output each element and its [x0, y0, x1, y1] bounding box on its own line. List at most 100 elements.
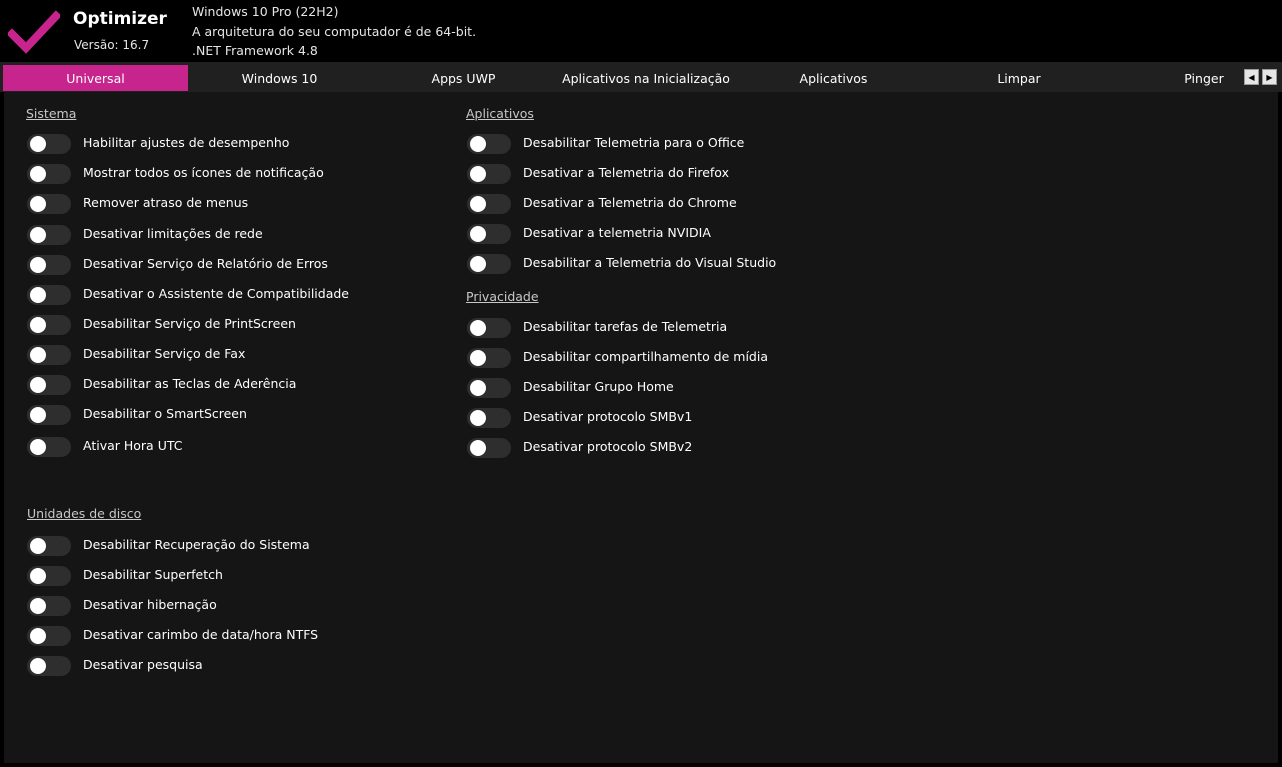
- app-title: Optimizer: [73, 9, 167, 29]
- option-label: Habilitar ajustes de desempenho: [83, 135, 290, 150]
- toggle-switch[interactable]: [27, 596, 71, 616]
- toggle-knob: [30, 377, 46, 393]
- os-info: Windows 10 Pro (22H2): [192, 4, 339, 19]
- toggle-switch[interactable]: [467, 224, 511, 244]
- toggle-switch[interactable]: [467, 348, 511, 368]
- toggle-knob: [30, 257, 46, 273]
- toggle-switch[interactable]: [467, 254, 511, 274]
- arrow-left-icon[interactable]: ◀: [1244, 69, 1259, 85]
- option-label: Desativar pesquisa: [83, 657, 203, 672]
- optimizer-window: Optimizer Versão: 16.7 Windows 10 Pro (2…: [0, 0, 1282, 767]
- toggle-switch[interactable]: [467, 318, 511, 338]
- toggle-switch[interactable]: [27, 437, 71, 457]
- toggle-switch[interactable]: [27, 656, 71, 676]
- option-label: Desabilitar Serviço de PrintScreen: [83, 316, 296, 331]
- toggle-knob: [470, 320, 486, 336]
- option-label: Desativar o Assistente de Compatibilidad…: [83, 286, 349, 301]
- option-label: Desativar hibernação: [83, 597, 217, 612]
- section-title-unidades: Unidades de disco: [27, 506, 142, 521]
- tab-windows-10[interactable]: Windows 10: [188, 65, 371, 91]
- toggle-switch[interactable]: [27, 536, 71, 556]
- universal-panel: Sistema Habilitar ajustes de desempenho …: [4, 92, 1278, 763]
- option-label: Mostrar todos os ícones de notificação: [83, 165, 324, 180]
- toggle-switch[interactable]: [467, 408, 511, 428]
- toggle-knob: [470, 256, 486, 272]
- toggle-switch[interactable]: [467, 438, 511, 458]
- tab-apps[interactable]: Aplicativos: [736, 65, 931, 91]
- framework-info: .NET Framework 4.8: [192, 43, 318, 58]
- toggle-switch[interactable]: [27, 626, 71, 646]
- section-title-aplicativos: Aplicativos: [466, 106, 534, 121]
- arrow-right-icon[interactable]: ▶: [1262, 69, 1277, 85]
- toggle-knob: [470, 226, 486, 242]
- option-label: Desabilitar o SmartScreen: [83, 406, 247, 421]
- tab-pinger[interactable]: Pinger: [1162, 65, 1246, 91]
- toggle-switch[interactable]: [27, 225, 71, 245]
- toggle-knob: [30, 227, 46, 243]
- toggle-switch[interactable]: [27, 134, 71, 154]
- toggle-knob: [470, 350, 486, 366]
- option-label: Desativar a telemetria NVIDIA: [523, 225, 711, 240]
- toggle-knob: [30, 317, 46, 333]
- toggle-switch[interactable]: [27, 164, 71, 184]
- option-label: Desabilitar tarefas de Telemetria: [523, 319, 728, 334]
- toggle-switch[interactable]: [27, 375, 71, 395]
- option-label: Desabilitar Serviço de Fax: [83, 346, 246, 361]
- checkmark-icon: [8, 10, 60, 54]
- section-title-sistema: Sistema: [26, 106, 77, 121]
- toggle-knob: [30, 598, 46, 614]
- toggle-knob: [30, 658, 46, 674]
- toggle-knob: [470, 410, 486, 426]
- toggle-knob: [30, 166, 46, 182]
- option-label: Desabilitar Telemetria para o Office: [523, 135, 745, 150]
- toggle-knob: [30, 568, 46, 584]
- toggle-switch[interactable]: [27, 285, 71, 305]
- app-version: Versão: 16.7: [74, 38, 150, 52]
- toggle-switch[interactable]: [27, 345, 71, 365]
- option-label: Desativar a Telemetria do Chrome: [523, 195, 737, 210]
- option-label: Desabilitar compartilhamento de mídia: [523, 349, 769, 364]
- toggle-switch[interactable]: [27, 566, 71, 586]
- toggle-knob: [30, 538, 46, 554]
- toggle-knob: [470, 166, 486, 182]
- option-label: Desativar protocolo SMBv1: [523, 409, 693, 424]
- option-label: Desativar limitações de rede: [83, 226, 263, 241]
- toggle-switch[interactable]: [27, 255, 71, 275]
- option-label: Ativar Hora UTC: [83, 438, 183, 453]
- toggle-knob: [30, 407, 46, 423]
- section-title-privacidade: Privacidade: [466, 289, 539, 304]
- tab-universal[interactable]: Universal: [3, 65, 188, 91]
- option-label: Remover atraso de menus: [83, 195, 249, 210]
- toggle-switch[interactable]: [27, 315, 71, 335]
- option-label: Desativar carimbo de data/hora NTFS: [83, 627, 319, 642]
- option-label: Desativar Serviço de Relatório de Erros: [83, 256, 328, 271]
- option-label: Desabilitar Superfetch: [83, 567, 223, 582]
- toggle-switch[interactable]: [467, 164, 511, 184]
- header: Optimizer Versão: 16.7 Windows 10 Pro (2…: [0, 0, 1282, 62]
- option-label: Desabilitar Recuperação do Sistema: [83, 537, 310, 552]
- option-label: Desabilitar Grupo Home: [523, 379, 674, 394]
- tab-bar: Universal Windows 10 Apps UWP Aplicativo…: [0, 62, 1282, 92]
- toggle-knob: [30, 196, 46, 212]
- toggle-knob: [470, 136, 486, 152]
- option-label: Desativar protocolo SMBv2: [523, 439, 693, 454]
- toggle-switch[interactable]: [467, 134, 511, 154]
- toggle-switch[interactable]: [27, 194, 71, 214]
- toggle-knob: [30, 439, 46, 455]
- toggle-knob: [30, 136, 46, 152]
- option-label: Desabilitar as Teclas de Aderência: [83, 376, 297, 391]
- tab-clean[interactable]: Limpar: [931, 65, 1107, 91]
- tab-apps-uwp[interactable]: Apps UWP: [371, 65, 556, 91]
- toggle-switch[interactable]: [467, 194, 511, 214]
- option-label: Desativar a Telemetria do Firefox: [523, 165, 729, 180]
- tab-startup-apps[interactable]: Aplicativos na Inicialização: [556, 65, 736, 91]
- toggle-knob: [30, 347, 46, 363]
- toggle-knob: [30, 628, 46, 644]
- toggle-switch[interactable]: [27, 405, 71, 425]
- toggle-knob: [470, 380, 486, 396]
- toggle-knob: [30, 287, 46, 303]
- toggle-knob: [470, 196, 486, 212]
- architecture-info: A arquitetura do seu computador é de 64-…: [192, 24, 477, 39]
- toggle-switch[interactable]: [467, 378, 511, 398]
- option-label: Desabilitar a Telemetria do Visual Studi…: [523, 255, 777, 270]
